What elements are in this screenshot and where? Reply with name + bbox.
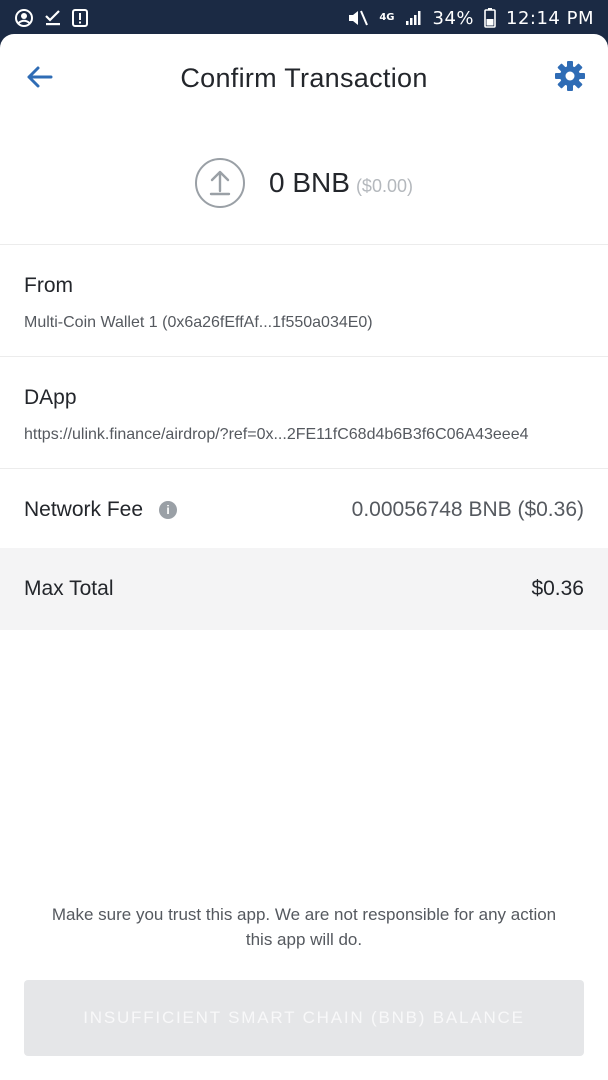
network-type-text: 4G bbox=[379, 12, 395, 23]
max-total-label: Max Total bbox=[24, 577, 114, 600]
from-label: From bbox=[24, 274, 73, 297]
arrow-left-icon bbox=[25, 65, 53, 94]
divider bbox=[0, 468, 608, 469]
amount-value: 0 BNB bbox=[269, 167, 350, 198]
dapp-value: https://ulink.finance/airdrop/?ref=0x...… bbox=[24, 426, 529, 443]
confirm-transaction-sheet: Confirm Transaction 0 BNB ($0.00) From M… bbox=[0, 34, 608, 1080]
network-4g-icon: 4G bbox=[379, 13, 394, 23]
mute-icon bbox=[347, 8, 369, 28]
alert-box-icon bbox=[72, 9, 88, 27]
gear-icon bbox=[554, 60, 586, 97]
status-bar: 4G 34% 12:14 PM bbox=[0, 0, 608, 36]
amount-fiat: ($0.00) bbox=[355, 176, 413, 196]
insufficient-balance-button[interactable]: INSUFFICIENT SMART CHAIN (BNB) BALANCE bbox=[24, 980, 584, 1056]
upload-arrow-icon bbox=[195, 158, 245, 208]
divider bbox=[0, 244, 608, 245]
from-section: From Multi-Coin Wallet 1 (0x6a26fEffAf..… bbox=[24, 274, 584, 332]
network-fee-label: Network Fee bbox=[24, 498, 144, 521]
amount-text: 0 BNB ($0.00) bbox=[269, 167, 413, 199]
back-button[interactable] bbox=[22, 62, 56, 96]
from-value: Multi-Coin Wallet 1 (0x6a26fEffAf...1f55… bbox=[24, 314, 373, 331]
download-check-icon bbox=[44, 9, 62, 27]
status-bar-left bbox=[14, 8, 88, 28]
signal-icon bbox=[405, 10, 423, 26]
battery-icon bbox=[484, 8, 496, 28]
status-bar-right: 4G 34% 12:14 PM bbox=[347, 8, 594, 29]
dapp-section: DApp https://ulink.finance/airdrop/?ref=… bbox=[24, 386, 584, 444]
network-fee-value: 0.00056748 BNB ($0.36) bbox=[351, 498, 584, 521]
header: Confirm Transaction bbox=[0, 34, 608, 122]
account-circle-icon bbox=[14, 8, 34, 28]
page-title: Confirm Transaction bbox=[180, 62, 428, 93]
divider bbox=[0, 356, 608, 357]
dapp-label: DApp bbox=[24, 386, 77, 409]
battery-percent: 34% bbox=[432, 7, 475, 29]
network-fee-row: Network Fee i 0.00056748 BNB ($0.36) bbox=[0, 472, 608, 548]
clock: 12:14 PM bbox=[506, 7, 594, 29]
info-icon[interactable]: i bbox=[159, 501, 178, 519]
max-total-value: $0.36 bbox=[531, 577, 584, 600]
network-fee-left: Network Fee i bbox=[24, 498, 178, 522]
max-total-row: Max Total $0.36 bbox=[0, 548, 608, 630]
disclaimer-text: Make sure you trust this app. We are not… bbox=[51, 905, 557, 949]
settings-button[interactable] bbox=[552, 60, 588, 96]
amount-row: 0 BNB ($0.00) bbox=[0, 152, 608, 214]
